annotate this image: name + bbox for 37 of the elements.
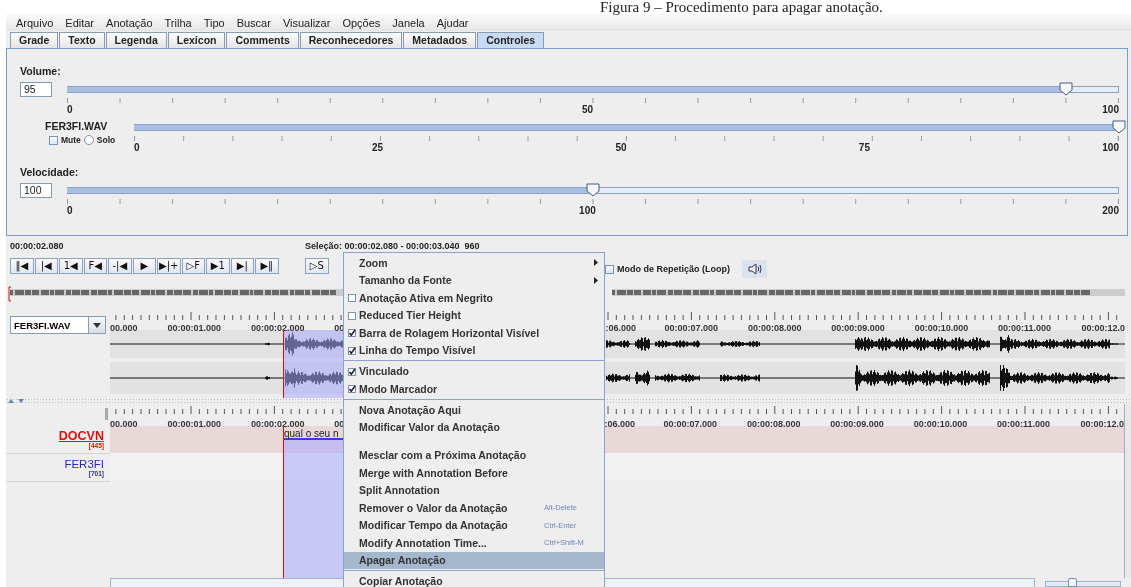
time-label: 00.000: [110, 323, 138, 333]
time-label: 00:00:01.000: [167, 419, 222, 429]
time-label: 00:00:07.000: [664, 323, 719, 333]
time-label: 00:00:12.0: [1081, 323, 1125, 333]
time-label: 00:00:09.000: [831, 323, 885, 333]
time-label: 00.000: [110, 419, 138, 429]
track-name: FER3FI.WAV: [45, 120, 109, 132]
time-label: 00:00:09.000: [830, 419, 884, 429]
tick-label: 50: [581, 104, 593, 116]
tick-label: 50: [615, 142, 627, 154]
time-label: 00:00:08.000: [747, 323, 802, 333]
tick-label: 25: [371, 142, 384, 154]
tick-label: 100: [579, 205, 596, 217]
tick-label: 0: [67, 104, 73, 116]
selection-info: Seleção: 00:00:02.080 - 00:00:03.040 960: [305, 240, 481, 252]
tick-label: 100: [1102, 142, 1119, 154]
figure-caption: Figura 9 – Procedimento para apagar anotação.: [599, 0, 884, 14]
tick-label: 75: [858, 142, 870, 154]
tick-label: 200: [1102, 205, 1119, 217]
time-label: 00:00:01.000: [167, 323, 222, 333]
time-label: 00:00:02.000: [250, 419, 305, 429]
time-label: 00:00:07.000: [663, 419, 718, 429]
time-label: 00:00:02.000: [250, 323, 305, 333]
tick-label: 0: [134, 142, 140, 154]
section-label: Volume:: [20, 64, 62, 78]
time-label: :06.000: [604, 419, 636, 429]
time-label: 00:00:10.000: [913, 419, 968, 429]
current-time: 00:00:02.080: [10, 240, 65, 252]
time-label: :06.000: [605, 323, 637, 333]
tick-label: 100: [1102, 104, 1119, 116]
time-label: 00:00:12.0: [1080, 419, 1124, 429]
tick-label: 0: [67, 205, 73, 217]
time-label: 00:00:08.000: [746, 419, 801, 429]
time-label: 00:00:11.000: [998, 323, 1052, 333]
time-label: 00:00:10.000: [914, 323, 969, 333]
section-label: Velocidade:: [20, 165, 80, 179]
time-label: 00:00:11.000: [997, 419, 1051, 429]
